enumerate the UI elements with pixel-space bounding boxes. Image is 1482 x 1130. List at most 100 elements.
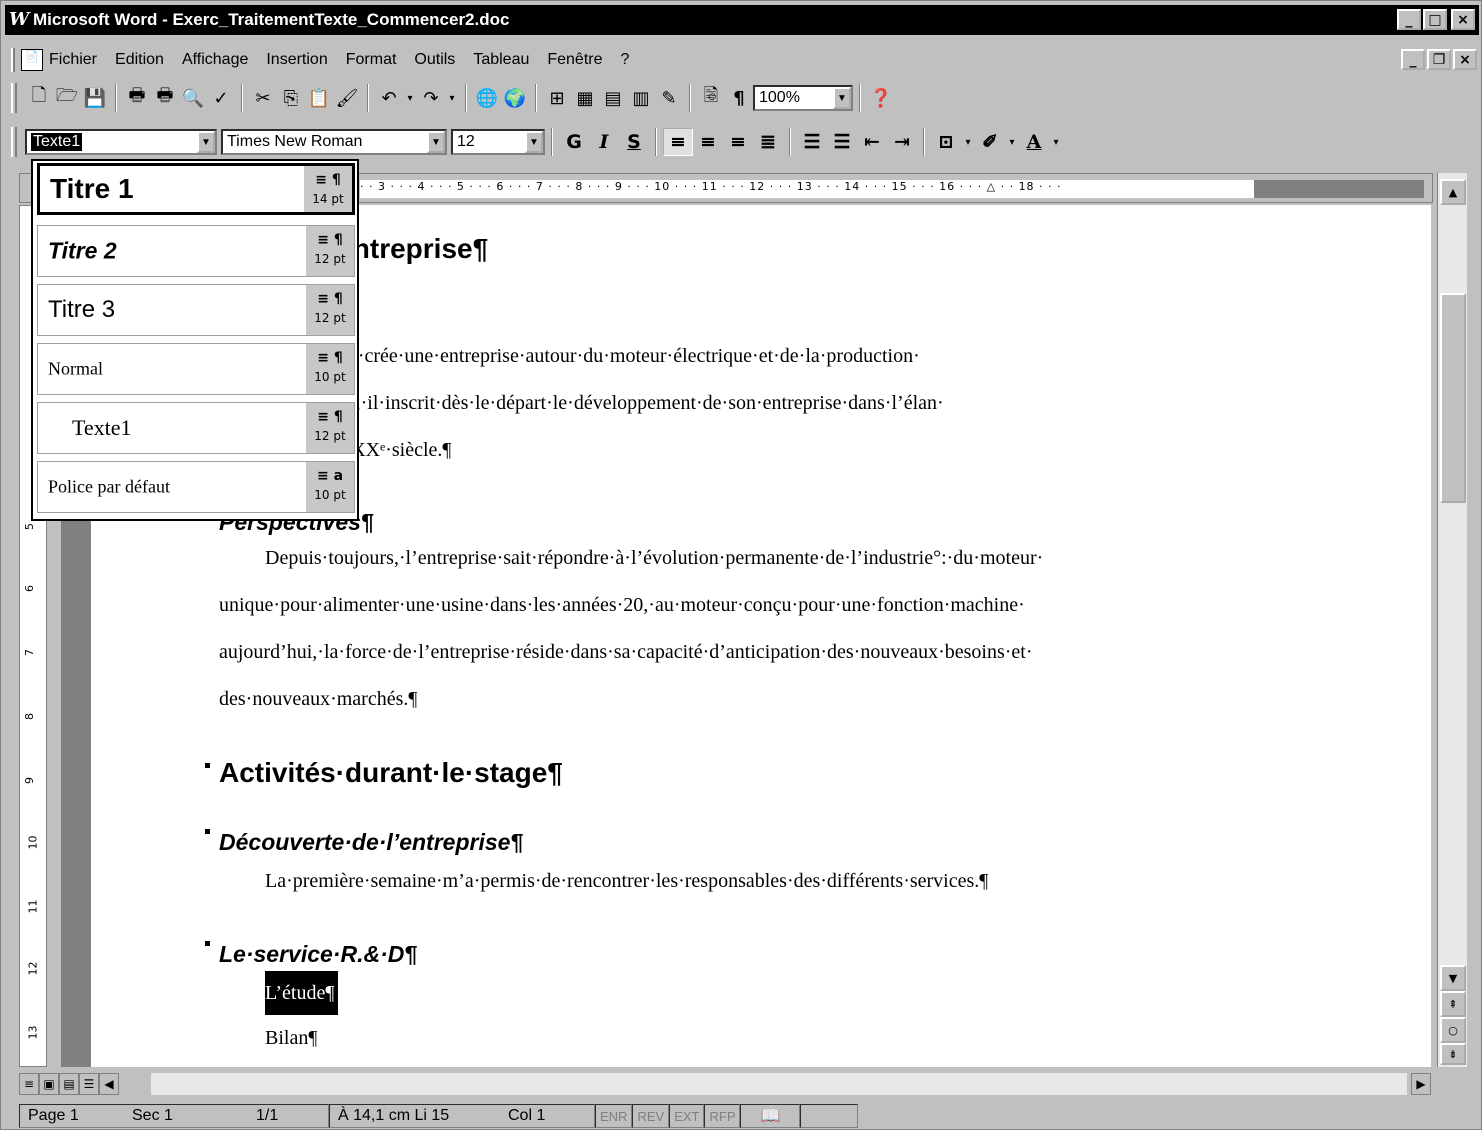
style-option-titre1[interactable]: Titre 1 ≡ ¶ 14 pt [37,163,355,215]
menu-tableau[interactable]: Tableau [473,51,529,69]
chevron-down-icon[interactable]: ▼ [525,131,543,153]
toolbar-grip[interactable] [11,83,17,113]
chevron-down-icon[interactable]: ▾ [1005,128,1019,156]
minimize-button[interactable]: _ [1397,9,1421,30]
paragraph-line[interactable]: La·première·semaine·m’a·permis·de·rencon… [265,858,988,905]
status-rev[interactable]: REV [632,1104,670,1128]
align-left-icon[interactable]: ≡ [663,128,693,156]
align-center-icon[interactable]: ≡ [693,128,723,156]
paragraph-bilan[interactable]: Bilan¶ [265,1015,317,1062]
scroll-thumb[interactable] [1440,293,1466,503]
word-app-icon[interactable]: W [9,9,31,31]
help-icon[interactable]: ❓ [867,84,895,112]
font-size-combo[interactable]: 12 ▼ [451,129,545,155]
doc-close-button[interactable]: × [1453,49,1477,70]
decrease-indent-icon[interactable]: ⇤ [857,128,887,156]
toolbar-grip[interactable] [11,127,17,157]
previous-page-icon[interactable]: ⇞ [1440,991,1466,1017]
menu-help[interactable]: ? [621,51,630,69]
paste-icon[interactable]: 📋 [305,84,333,112]
scroll-right-icon[interactable]: ▶ [1411,1073,1431,1095]
font-combo[interactable]: Times New Roman ▼ [221,129,447,155]
scroll-down-icon[interactable]: ▼ [1440,965,1466,991]
style-combo[interactable]: Texte1 ▼ [25,129,217,155]
cut-icon[interactable]: ✂ [249,84,277,112]
print-preview-icon[interactable]: 🖶 [151,84,179,112]
copy-icon[interactable]: ⎘ [277,84,305,112]
doc-restore-button[interactable]: ❐ [1427,49,1451,70]
undo-dropdown-icon[interactable]: ▾ [403,84,417,112]
chevron-down-icon[interactable]: ▼ [833,87,851,109]
hscroll-track[interactable] [151,1073,1407,1095]
new-document-icon[interactable]: 🗋 [25,84,53,112]
web-layout-view-icon[interactable]: ▣ [39,1073,59,1095]
heading-decouverte[interactable]: Découverte·de·l’entreprise¶ [219,829,523,856]
normal-view-icon[interactable]: ≡ [19,1073,39,1095]
status-ext[interactable]: EXT [669,1104,705,1128]
heading-service[interactable]: Le·service·R.&·D¶ [219,941,417,968]
selected-text-etude[interactable]: L’étude¶ [265,971,339,1015]
paragraph-line[interactable]: des·nouveaux·marchés.¶ [219,676,417,723]
numbering-icon[interactable]: ☰ [797,128,827,156]
document-icon[interactable]: 📄 [21,49,43,71]
style-option-titre3[interactable]: Titre 3 ≡ ¶ 12 pt [37,284,355,336]
format-painter-icon[interactable]: 🖌 [333,84,361,112]
next-page-icon[interactable]: ⇟ [1440,1043,1466,1065]
save-icon[interactable]: 💾 [81,84,109,112]
chevron-down-icon[interactable]: ▼ [197,131,215,153]
scroll-left-icon[interactable]: ◀ [99,1073,119,1095]
document-map-icon[interactable]: 🗟 [697,84,725,112]
undo-icon[interactable]: ↶ [375,84,403,112]
maximize-button[interactable]: □ [1423,9,1447,30]
print-layout-view-icon[interactable]: ▤ [59,1073,79,1095]
outline-view-icon[interactable]: ☰ [79,1073,99,1095]
columns-icon[interactable]: ▥ [627,84,655,112]
redo-icon[interactable]: ↷ [417,84,445,112]
status-rfp[interactable]: RFP [704,1104,741,1128]
borders-icon[interactable]: ⊡ [931,128,961,156]
redo-dropdown-icon[interactable]: ▾ [445,84,459,112]
style-option-police-defaut[interactable]: Police par défaut ≡ a 10 pt [37,461,355,513]
menu-edition[interactable]: Edition [115,51,164,69]
select-browse-object-icon[interactable]: ○ [1440,1017,1466,1043]
insert-table-icon[interactable]: ▦ [571,84,599,112]
chevron-down-icon[interactable]: ▾ [961,128,975,156]
menubar-grip[interactable] [11,48,15,72]
style-option-titre2[interactable]: Titre 2 ≡ ¶ 12 pt [37,225,355,277]
bullets-icon[interactable]: ☰ [827,128,857,156]
scroll-up-icon[interactable]: ▲ [1440,179,1466,205]
italic-button[interactable]: I [589,128,619,156]
print-icon[interactable]: 🖶 [123,84,151,112]
open-folder-icon[interactable]: 🗁 [53,84,81,112]
hyperlink-icon[interactable]: 🌐 [473,84,501,112]
style-option-texte1[interactable]: Texte1 ≡ ¶ 12 pt [37,402,355,454]
paragraph-line[interactable]: unique·pour·alimenter·une·usine·dans·les… [219,582,1025,629]
spelling-icon[interactable]: ✓ [207,84,235,112]
font-color-icon[interactable]: A [1019,128,1049,156]
horizontal-scrollbar[interactable]: ≡ ▣ ▤ ☰ ◀ ▶ [19,1071,1467,1097]
paragraph-line[interactable]: aujourd’hui,·la·force·de·l’entreprise·ré… [219,629,1033,676]
chevron-down-icon[interactable]: ▼ [427,131,445,153]
menu-format[interactable]: Format [346,51,397,69]
menu-fenetre[interactable]: Fenêtre [547,51,602,69]
web-toolbar-icon[interactable]: 🌍 [501,84,529,112]
heading-activites[interactable]: Activités·durant·le·stage¶ [219,757,563,789]
highlight-icon[interactable]: ✐ [975,128,1005,156]
underline-button[interactable]: S [619,128,649,156]
zoom-combo[interactable]: 100% ▼ [753,85,853,111]
menu-fichier[interactable]: Fichier [49,51,97,69]
preview-magnifier-icon[interactable]: 🔍 [179,84,207,112]
increase-indent-icon[interactable]: ⇥ [887,128,917,156]
align-right-icon[interactable]: ≡ [723,128,753,156]
close-button[interactable]: × [1451,9,1475,30]
show-formatting-icon[interactable]: ¶ [725,84,753,112]
justify-icon[interactable]: ≣ [753,128,783,156]
chevron-down-icon[interactable]: ▾ [1049,128,1063,156]
title-bar[interactable]: W Microsoft Word - Exerc_TraitementTexte… [5,5,1479,35]
style-option-normal[interactable]: Normal ≡ ¶ 10 pt [37,343,355,395]
paragraph-line[interactable]: Depuis·toujours,·l’entreprise·sait·répon… [265,535,1043,582]
insert-excel-icon[interactable]: ▤ [599,84,627,112]
tables-borders-icon[interactable]: ⊞ [543,84,571,112]
spelling-status-icon[interactable]: 📖 [740,1104,801,1128]
menu-outils[interactable]: Outils [414,51,455,69]
